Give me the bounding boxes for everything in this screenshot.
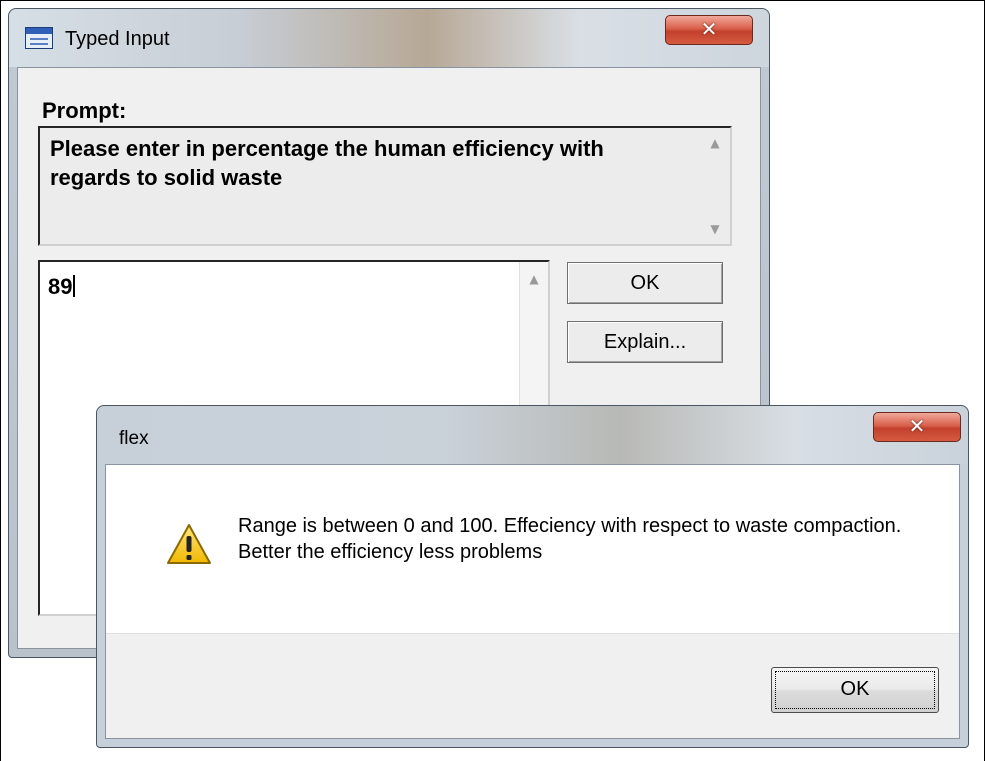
page-border-left: [0, 0, 1, 761]
scroll-up-icon[interactable]: ▲: [702, 136, 728, 150]
desktop-canvas: Typed Input ✕ Prompt: Please enter in pe…: [0, 0, 985, 761]
prompt-label: Prompt:: [42, 98, 127, 123]
input-scroll-up-icon[interactable]: ▲: [520, 272, 548, 286]
text-caret: [73, 275, 76, 297]
typed-input-titlebar[interactable]: Typed Input ✕: [9, 9, 769, 67]
dialog-ok-label: OK: [840, 678, 870, 700]
dialog-button-bar: OK: [106, 633, 959, 738]
flex-client-area: Range is between 0 and 100. Effeciency w…: [105, 464, 960, 739]
explain-button[interactable]: Explain...: [567, 321, 723, 363]
prompt-textbox[interactable]: Please enter in percentage the human eff…: [38, 126, 732, 246]
flex-dialog: flex ✕ Range is between 0 and 100. Effec…: [96, 405, 969, 748]
dialog-ok-button[interactable]: OK: [771, 667, 939, 713]
dialog-close-button[interactable]: ✕: [873, 412, 961, 442]
dialog-message: Range is between 0 and 100. Effeciency w…: [238, 515, 902, 563]
scroll-down-icon[interactable]: ▼: [702, 222, 728, 236]
flex-titlebar[interactable]: flex ✕: [97, 406, 968, 464]
prompt-scrollbar[interactable]: ▲ ▼: [702, 130, 728, 242]
app-window-icon: [25, 27, 53, 49]
input-value-text[interactable]: 89: [48, 274, 76, 300]
ok-button[interactable]: OK: [567, 262, 723, 304]
close-button[interactable]: ✕: [665, 15, 753, 45]
window-title: Typed Input: [65, 28, 170, 50]
warning-icon: [167, 524, 211, 564]
prompt-text: Please enter in percentage the human eff…: [50, 136, 604, 190]
close-icon: ✕: [908, 414, 926, 438]
page-border-top: [0, 0, 985, 1]
dialog-title: flex: [119, 428, 149, 449]
close-icon: ✕: [700, 17, 718, 41]
